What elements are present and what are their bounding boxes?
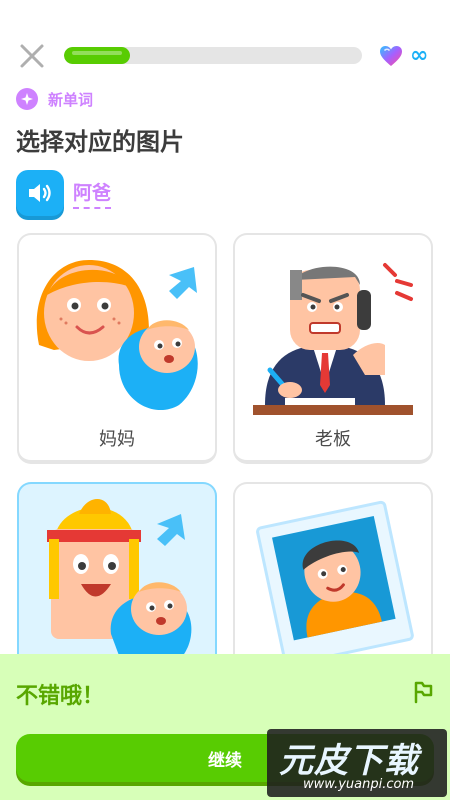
- target-word[interactable]: 阿爸: [73, 178, 112, 209]
- choice-card-mother[interactable]: 妈妈: [17, 233, 217, 464]
- boss-illustration: [253, 263, 413, 415]
- watermark-url: www.yuanpi.com: [303, 777, 415, 792]
- flag-icon[interactable]: [412, 680, 434, 704]
- watermark-logo: 元皮下载 www.yuanpi.com: [267, 729, 447, 797]
- play-audio-button[interactable]: [16, 170, 64, 216]
- close-icon: [20, 44, 44, 68]
- choice-label: 老板: [315, 429, 351, 450]
- exercise-title: 选择对应的图片: [16, 128, 184, 156]
- speaker-icon: [29, 184, 51, 202]
- sparkle-icon: [16, 88, 38, 110]
- father-illustration: [47, 499, 192, 669]
- heart-icon: [380, 46, 402, 66]
- progress-fill: [64, 47, 130, 64]
- infinity-hearts-icon: ∞: [410, 43, 429, 68]
- photo-illustration: [256, 500, 414, 667]
- choice-label: 妈妈: [99, 429, 135, 450]
- close-button[interactable]: [16, 40, 48, 72]
- mother-illustration: [36, 260, 198, 411]
- watermark-main-text: 元皮下载: [279, 741, 419, 781]
- new-word-badge: 新单词: [16, 88, 93, 110]
- lesson-progress-bar: [64, 47, 362, 64]
- choice-card-boss[interactable]: 老板: [233, 233, 433, 464]
- feedback-title: 不错哦！: [16, 684, 105, 709]
- new-word-label: 新单词: [48, 90, 94, 109]
